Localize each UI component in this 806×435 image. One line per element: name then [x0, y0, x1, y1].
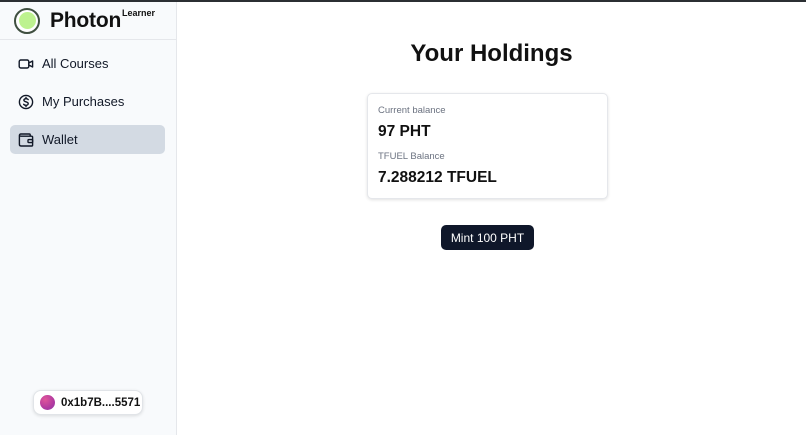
video-camera-icon: [18, 56, 34, 72]
current-balance-label: Current balance: [378, 105, 446, 116]
page-title: Your Holdings: [410, 40, 573, 67]
tfuel-balance-label: TFUEL Balance: [378, 151, 445, 162]
sidebar: Photon Learner All Courses My Purchases: [0, 2, 177, 435]
current-balance-value: 97 PHT: [378, 123, 431, 140]
wallet-avatar-icon: [40, 395, 55, 410]
sidebar-item-all-courses[interactable]: All Courses: [10, 49, 165, 78]
dollar-circle-icon: [18, 94, 34, 110]
brand-header: Photon Learner: [0, 2, 176, 40]
main-content: Your Holdings Current balance 97 PHT TFU…: [177, 2, 806, 435]
sidebar-item-wallet[interactable]: Wallet: [10, 125, 165, 154]
sidebar-item-label: Wallet: [42, 132, 78, 147]
mint-button[interactable]: Mint 100 PHT: [441, 225, 534, 250]
logo-core: [18, 12, 36, 29]
sidebar-item-my-purchases[interactable]: My Purchases: [10, 87, 165, 116]
sidebar-item-label: My Purchases: [42, 94, 125, 109]
wallet-address-button[interactable]: 0x1b7B....5571: [33, 390, 143, 415]
sidebar-item-label: All Courses: [42, 56, 109, 71]
sidebar-nav: All Courses My Purchases Wallet: [0, 40, 176, 154]
wallet-icon: [18, 132, 34, 148]
holdings-card: Current balance 97 PHT TFUEL Balance 7.2…: [367, 93, 608, 199]
photon-logo-icon: [14, 7, 40, 34]
tfuel-balance-value: 7.288212 TFUEL: [378, 169, 497, 186]
brand-name: Photon: [50, 8, 122, 32]
wallet-address: 0x1b7B....5571: [61, 396, 141, 409]
role-badge: Learner: [122, 8, 156, 18]
